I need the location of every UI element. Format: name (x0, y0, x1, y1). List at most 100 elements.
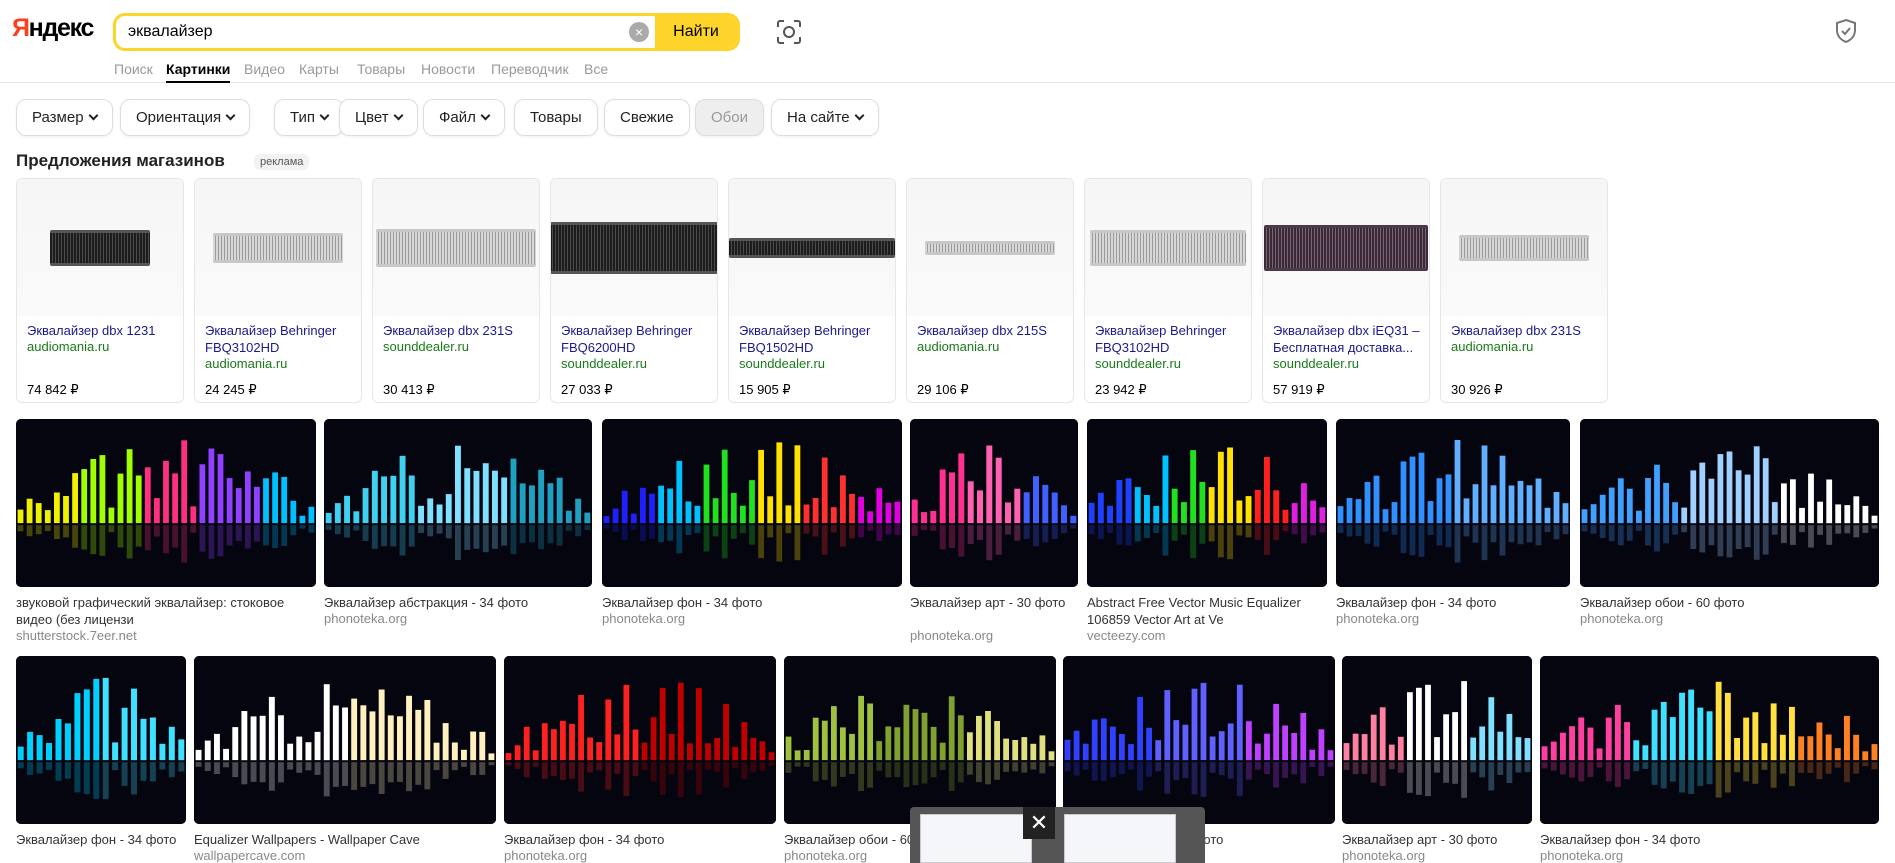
result-source[interactable]: phonoteka.org (1580, 611, 1663, 626)
result-source[interactable]: phonoteka.org (1336, 611, 1419, 626)
result-source[interactable]: phonoteka.org (324, 611, 407, 626)
result-source[interactable]: wallpapercave.com (194, 848, 305, 863)
filter-7[interactable]: Свежие (604, 99, 690, 136)
tab-4[interactable]: Карты (299, 61, 339, 77)
result-thumbnail[interactable] (324, 419, 592, 587)
result-title[interactable]: Эквалайзер фон - 34 фото (602, 594, 902, 611)
lens-camera-icon[interactable] (776, 19, 802, 45)
product-card[interactable]: Эквалайзер Behringer FBQ3102HD sounddeale… (1084, 178, 1252, 403)
result-thumbnail[interactable] (910, 419, 1078, 587)
product-name[interactable]: Эквалайзер dbx 1231 (27, 322, 177, 339)
product-name[interactable]: Эквалайзер dbx 215S (917, 322, 1067, 339)
result-title[interactable]: Эквалайзер обои - 60 фото (1580, 594, 1879, 611)
result-thumbnail[interactable] (1336, 419, 1570, 587)
result-title[interactable]: Abstract Free Vector Music Equalizer 106… (1087, 594, 1327, 628)
result-source[interactable]: shutterstock.7eer.net (16, 628, 137, 643)
product-shop[interactable]: sounddealer.ru (383, 339, 469, 354)
result-title[interactable]: Эквалайзер арт - 30 фото (910, 594, 1078, 611)
filter-5[interactable]: Файл (423, 99, 505, 136)
result-title[interactable]: Equalizer Wallpapers - Wallpaper Cave (194, 831, 496, 848)
clear-icon[interactable]: × (629, 22, 649, 42)
product-image[interactable] (1263, 179, 1429, 316)
product-name[interactable]: Эквалайзер dbx 231S (1451, 322, 1601, 339)
result-thumbnail[interactable] (1540, 656, 1879, 824)
tab-6[interactable]: Новости (421, 61, 475, 77)
product-shop[interactable]: sounddealer.ru (1095, 356, 1181, 371)
result-source[interactable]: phonoteka.org (784, 848, 867, 863)
product-shop[interactable]: audiomania.ru (1451, 339, 1533, 354)
product-image[interactable] (907, 179, 1073, 316)
product-shop[interactable]: audiomania.ru (205, 356, 287, 371)
search-input[interactable] (116, 16, 656, 48)
result-thumbnail[interactable] (1063, 656, 1335, 824)
result-thumbnail[interactable] (16, 419, 316, 587)
filter-2[interactable]: Ориентация (120, 99, 251, 136)
product-card[interactable]: Эквалайзер Behringer FBQ6200HD sounddeale… (550, 178, 718, 403)
tab-5[interactable]: Товары (357, 61, 405, 77)
product-shop[interactable]: sounddealer.ru (739, 356, 825, 371)
product-image[interactable] (1441, 179, 1607, 316)
filter-4[interactable]: Цвет (339, 99, 418, 136)
result-thumbnail[interactable] (1087, 419, 1327, 587)
filter-3[interactable]: Тип (274, 99, 345, 136)
product-name[interactable]: Эквалайзер Behringer FBQ3102HD (1095, 322, 1245, 356)
tab-1[interactable]: Поиск (114, 61, 153, 77)
result-title[interactable]: Эквалайзер фон - 34 фото (1540, 831, 1879, 848)
result-thumbnail[interactable] (504, 656, 776, 824)
result-title[interactable]: Эквалайзер фон - 34 фото (504, 831, 776, 848)
filter-1[interactable]: Размер (16, 99, 113, 136)
result-thumbnail[interactable] (1580, 419, 1879, 587)
result-source[interactable]: phonoteka.org (504, 848, 587, 863)
result-source[interactable]: vecteezy.com (1087, 628, 1166, 643)
result-title[interactable]: Эквалайзер арт - 30 фото (1342, 831, 1532, 848)
result-thumbnail[interactable] (602, 419, 902, 587)
product-name[interactable]: Эквалайзер Behringer FBQ6200HD (561, 322, 711, 356)
result-source[interactable]: phonoteka.org (602, 611, 685, 626)
product-name[interactable]: Эквалайзер dbx 231S (383, 322, 533, 339)
tab-8[interactable]: Все (584, 61, 608, 77)
product-image[interactable] (551, 179, 717, 316)
filter-9[interactable]: На сайте (771, 99, 879, 136)
result-thumbnail[interactable] (784, 656, 1056, 824)
product-card[interactable]: Эквалайзер Behringer FBQ3102HD audiomania… (194, 178, 362, 403)
tab-2[interactable]: Картинки (166, 61, 231, 83)
product-image[interactable] (1085, 179, 1251, 316)
product-shop[interactable]: audiomania.ru (27, 339, 109, 354)
result-title[interactable]: Эквалайзер фон - 34 фото (16, 831, 186, 848)
product-name[interactable]: Эквалайзер Behringer FBQ3102HD (205, 322, 355, 356)
result-thumbnail[interactable] (16, 656, 186, 824)
tab-7[interactable]: Переводчик (491, 61, 569, 77)
search-button[interactable]: Найти (655, 16, 737, 48)
product-shop[interactable]: audiomania.ru (917, 339, 999, 354)
preview-thumbnail-left[interactable] (920, 814, 1032, 863)
product-card[interactable]: Эквалайзер dbx 231S sounddealer.ru 30 413 … (372, 178, 540, 403)
product-name[interactable]: Эквалайзер dbx iEQ31 – Бесплатная достав… (1273, 322, 1423, 356)
shield-check-icon[interactable] (1834, 18, 1858, 44)
yandex-logo[interactable]: Яндекс (12, 14, 94, 43)
result-source[interactable]: phonoteka.org (1540, 848, 1623, 863)
product-price: 57 919 ₽ (1273, 382, 1325, 397)
result-source[interactable]: phonoteka.org (910, 628, 993, 643)
product-image[interactable] (17, 179, 183, 316)
product-shop[interactable]: sounddealer.ru (1273, 356, 1359, 371)
product-card[interactable]: Эквалайзер dbx 215S audiomania.ru 29 106 ₽ (906, 178, 1074, 403)
product-shop[interactable]: sounddealer.ru (561, 356, 647, 371)
preview-thumbnail-right[interactable] (1064, 814, 1176, 863)
result-thumbnail[interactable] (194, 656, 496, 824)
product-image[interactable] (195, 179, 361, 316)
product-image[interactable] (729, 179, 895, 316)
close-icon[interactable]: ✕ (1023, 807, 1055, 839)
product-card[interactable]: Эквалайзер dbx 1231 audiomania.ru 74 842 ₽ (16, 178, 184, 403)
product-card[interactable]: Эквалайзер dbx 231S audiomania.ru 30 926 ₽ (1440, 178, 1608, 403)
result-source[interactable]: phonoteka.org (1342, 848, 1425, 863)
result-title[interactable]: Эквалайзер фон - 34 фото (1336, 594, 1570, 611)
result-thumbnail[interactable] (1342, 656, 1532, 824)
product-name[interactable]: Эквалайзер Behringer FBQ1502HD (739, 322, 889, 356)
result-title[interactable]: звуковой графический эквалайзер: стоково… (16, 594, 316, 628)
product-card[interactable]: Эквалайзер Behringer FBQ1502HD sounddeale… (728, 178, 896, 403)
result-title[interactable]: Эквалайзер абстракция - 34 фото (324, 594, 592, 611)
tab-3[interactable]: Видео (244, 61, 285, 77)
product-card[interactable]: Эквалайзер dbx iEQ31 – Бесплатная достав… (1262, 178, 1430, 403)
product-image[interactable] (373, 179, 539, 316)
filter-6[interactable]: Товары (514, 99, 598, 136)
